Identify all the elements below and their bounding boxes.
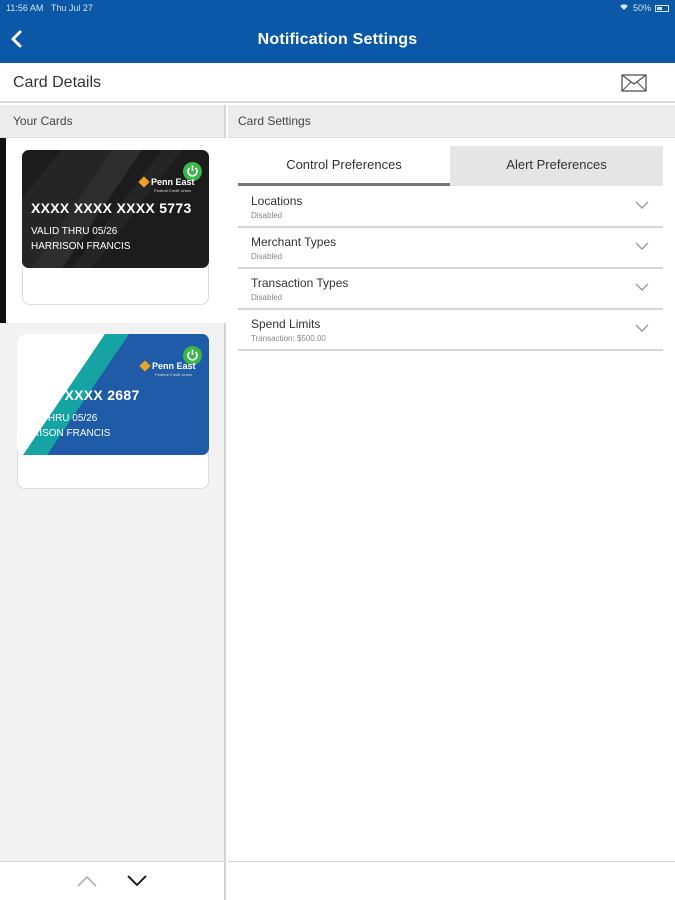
status-time: 11:56 AM Thu Jul 27 — [6, 3, 93, 13]
battery-icon — [655, 4, 669, 12]
setting-title: Transaction Types — [251, 276, 349, 290]
card-brand-logo: Penn East Federal Credit Union — [139, 360, 196, 377]
status-bar: 11:56 AM Thu Jul 27 50% — [0, 0, 675, 18]
card-settings-title: Card Settings — [228, 105, 675, 138]
settings-list: Locations Disabled Merchant Types Disabl… — [238, 187, 663, 351]
setting-status: Disabled — [251, 293, 283, 302]
card-holder-name: HARRISON FRANCIS — [17, 428, 111, 439]
credit-card-blue[interactable]: Penn East Federal Credit Union XXXX XXXX … — [17, 334, 209, 455]
your-cards-title: Your Cards — [0, 105, 224, 138]
page-title: Notification Settings — [257, 31, 418, 48]
card-valid-thru: VALID THRU 05/26 — [17, 413, 98, 424]
chevron-down-icon[interactable] — [635, 200, 649, 210]
credit-card-black[interactable]: Penn East Federal Credit Union XXXX XXXX … — [22, 150, 209, 268]
setting-row-transaction-types[interactable]: Transaction Types Disabled — [238, 269, 663, 310]
card-item-2687[interactable]: Penn East Federal Credit Union XXXX XXXX … — [0, 323, 226, 508]
chevron-down-icon[interactable] — [126, 874, 148, 888]
setting-title: Merchant Types — [251, 235, 337, 249]
card-settings-pane: Card Settings Control Preferences Alert … — [228, 105, 675, 861]
card-details-title: Card Details — [13, 74, 102, 91]
setting-status: Disabled — [251, 252, 283, 261]
card-valid-thru: VALID THRU 05/26 — [31, 226, 118, 237]
wifi-icon — [619, 3, 629, 13]
chevron-up-icon[interactable] — [76, 874, 98, 888]
preferences-tabs: Control Preferences Alert Preferences — [238, 146, 663, 186]
card-details-header: Card Details — [0, 63, 675, 103]
setting-title: Spend Limits — [251, 317, 321, 331]
right-footer — [228, 861, 675, 900]
setting-status: Transaction: $500.00 — [251, 334, 326, 343]
card-number: XXXX XXXX XXXX 5773 — [31, 200, 192, 216]
card-holder-name: HARRISON FRANCIS — [31, 241, 131, 252]
card-navigation-footer — [0, 861, 226, 900]
chevron-down-icon[interactable] — [635, 282, 649, 292]
app-bar: Notification Settings — [0, 18, 675, 63]
battery-percent: 50% — [632, 3, 651, 13]
chevron-down-icon[interactable] — [635, 323, 649, 333]
card-brand-logo: Penn East Federal Credit Union — [138, 176, 195, 193]
setting-row-spend-limits[interactable]: Spend Limits Transaction: $500.00 — [238, 310, 663, 351]
setting-row-locations[interactable]: Locations Disabled — [238, 187, 663, 228]
card-number: XXXX XXXX XXXX 2687 — [17, 387, 140, 403]
tab-alert-preferences[interactable]: Alert Preferences — [450, 146, 663, 186]
chevron-down-icon[interactable] — [635, 241, 649, 251]
status-right: 50% — [619, 3, 669, 13]
setting-title: Locations — [251, 194, 303, 208]
card-item-5773[interactable]: Penn East Federal Credit Union XXXX XXXX … — [0, 138, 226, 323]
setting-row-merchant-types[interactable]: Merchant Types Disabled — [238, 228, 663, 269]
setting-status: Disabled — [251, 211, 283, 220]
tab-control-preferences[interactable]: Control Preferences — [238, 146, 450, 186]
your-cards-pane: Your Cards Penn East Federal Credit Union… — [0, 105, 226, 861]
envelope-icon[interactable] — [621, 74, 647, 92]
